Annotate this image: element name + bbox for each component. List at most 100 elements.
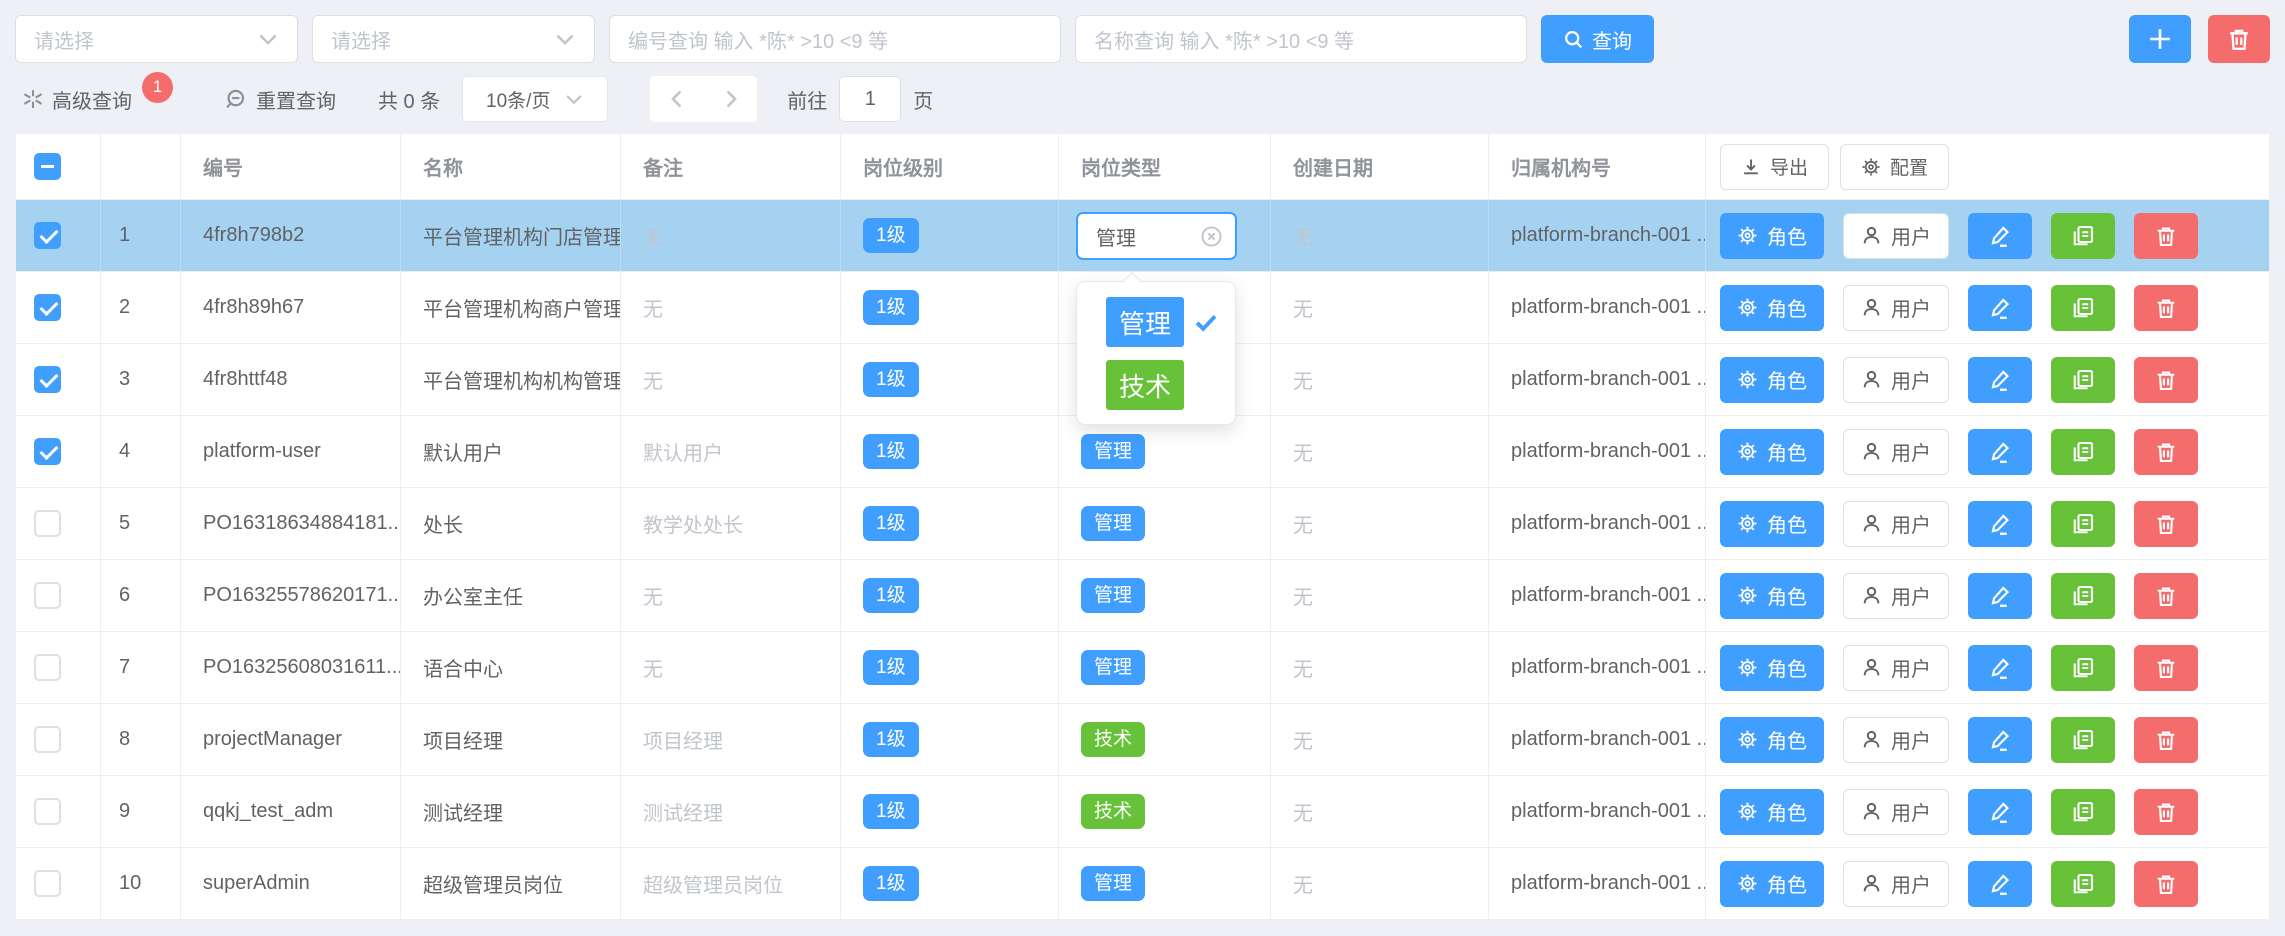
role-button[interactable]: 角色 (1720, 357, 1824, 403)
batch-delete-button[interactable] (2208, 15, 2270, 63)
role-button[interactable]: 角色 (1720, 285, 1824, 331)
row-checkbox[interactable] (34, 798, 61, 825)
role-button[interactable]: 角色 (1720, 789, 1824, 835)
edit-button[interactable] (1968, 501, 2032, 547)
user-button[interactable]: 用户 (1843, 357, 1949, 403)
clear-icon[interactable] (1200, 225, 1223, 248)
delete-button[interactable] (2134, 213, 2198, 259)
copy-icon (2071, 800, 2095, 824)
edit-button[interactable] (1968, 645, 2032, 691)
user-icon (1861, 441, 1882, 462)
add-button[interactable] (2129, 15, 2191, 63)
role-button[interactable]: 角色 (1720, 861, 1824, 907)
delete-button[interactable] (2134, 861, 2198, 907)
table-row[interactable]: 7 PO16325608031611... 语合中心 无 1级 管理 无 pla… (16, 632, 2269, 704)
user-button[interactable]: 用户 (1843, 789, 1949, 835)
prev-page-button[interactable] (650, 76, 704, 122)
table-row[interactable]: 9 qqkj_test_adm 测试经理 测试经理 1级 技术 无 platfo… (16, 776, 2269, 848)
user-button[interactable]: 用户 (1843, 573, 1949, 619)
row-checkbox[interactable] (34, 870, 61, 897)
copy-button[interactable] (2051, 429, 2115, 475)
search-button[interactable]: 查询 (1541, 15, 1654, 63)
name-search-input[interactable]: 名称查询 输入 *陈* >10 <9 等 (1075, 15, 1527, 63)
post-type-badge[interactable]: 管理 (1081, 434, 1145, 469)
delete-button[interactable] (2134, 789, 2198, 835)
copy-button[interactable] (2051, 861, 2115, 907)
delete-button[interactable] (2134, 645, 2198, 691)
user-button[interactable]: 用户 (1843, 429, 1949, 475)
edit-button[interactable] (1968, 861, 2032, 907)
edit-button[interactable] (1968, 429, 2032, 475)
delete-button[interactable] (2134, 717, 2198, 763)
copy-button[interactable] (2051, 285, 2115, 331)
row-checkbox[interactable] (34, 222, 61, 249)
row-org: platform-branch-001 ... (1489, 272, 1706, 343)
table-row[interactable]: 4 platform-user 默认用户 默认用户 1级 管理 无 platfo… (16, 416, 2269, 488)
row-checkbox[interactable] (34, 438, 61, 465)
user-button[interactable]: 用户 (1843, 285, 1949, 331)
user-button[interactable]: 用户 (1843, 501, 1949, 547)
copy-icon (2071, 656, 2095, 680)
next-page-button[interactable] (704, 76, 758, 122)
table-row[interactable]: 8 projectManager 项目经理 项目经理 1级 技术 无 platf… (16, 704, 2269, 776)
role-button[interactable]: 角色 (1720, 645, 1824, 691)
table-row[interactable]: 5 PO16318634884181... 处长 教学处处长 1级 管理 无 p… (16, 488, 2269, 560)
filter-select-2[interactable]: 请选择 (312, 15, 595, 63)
role-button[interactable]: 角色 (1720, 213, 1824, 259)
role-button[interactable]: 角色 (1720, 573, 1824, 619)
role-button[interactable]: 角色 (1720, 429, 1824, 475)
copy-button[interactable] (2051, 573, 2115, 619)
row-checkbox[interactable] (34, 366, 61, 393)
post-type-badge[interactable]: 管理 (1081, 506, 1145, 541)
copy-button[interactable] (2051, 213, 2115, 259)
delete-button[interactable] (2134, 501, 2198, 547)
select-all-checkbox[interactable] (34, 153, 61, 180)
user-button[interactable]: 用户 (1843, 213, 1949, 259)
copy-button[interactable] (2051, 357, 2115, 403)
copy-button[interactable] (2051, 717, 2115, 763)
row-checkbox[interactable] (34, 294, 61, 321)
role-button[interactable]: 角色 (1720, 501, 1824, 547)
user-button[interactable]: 用户 (1843, 645, 1949, 691)
row-index: 2 (101, 272, 181, 343)
edit-button[interactable] (1968, 717, 2032, 763)
reset-query-button[interactable]: 重置查询 (225, 85, 336, 114)
delete-button[interactable] (2134, 429, 2198, 475)
copy-button[interactable] (2051, 501, 2115, 547)
delete-button[interactable] (2134, 285, 2198, 331)
post-type-badge[interactable]: 管理 (1081, 578, 1145, 613)
edit-button[interactable] (1968, 789, 2032, 835)
user-button[interactable]: 用户 (1843, 717, 1949, 763)
post-type-badge[interactable]: 管理 (1081, 650, 1145, 685)
table-row[interactable]: 10 superAdmin 超级管理员岗位 超级管理员岗位 1级 管理 无 pl… (16, 848, 2269, 920)
edit-button[interactable] (1968, 213, 2032, 259)
post-type-badge[interactable]: 管理 (1081, 866, 1145, 901)
user-button[interactable]: 用户 (1843, 861, 1949, 907)
edit-button[interactable] (1968, 573, 2032, 619)
page-size-select[interactable]: 10条/页 (462, 76, 608, 122)
delete-button[interactable] (2134, 573, 2198, 619)
copy-button[interactable] (2051, 645, 2115, 691)
copy-button[interactable] (2051, 789, 2115, 835)
code-search-input[interactable]: 编号查询 输入 *陈* >10 <9 等 (609, 15, 1061, 63)
delete-button[interactable] (2134, 357, 2198, 403)
row-checkbox[interactable] (34, 654, 61, 681)
goto-page-input[interactable] (839, 76, 901, 122)
dropdown-option-tech[interactable]: 技术 (1077, 360, 1235, 410)
row-code: PO16325608031611... (181, 632, 401, 703)
row-checkbox[interactable] (34, 510, 61, 537)
row-checkbox[interactable] (34, 582, 61, 609)
post-type-badge[interactable]: 技术 (1081, 794, 1145, 829)
advanced-query-button[interactable]: 高级查询 1 (22, 84, 173, 115)
row-checkbox[interactable] (34, 726, 61, 753)
post-type-edit-select[interactable]: 管理 (1076, 212, 1237, 260)
export-button[interactable]: 导出 (1720, 144, 1829, 190)
filter-select-1[interactable]: 请选择 (15, 15, 298, 63)
dropdown-option-manage[interactable]: 管理 (1077, 297, 1235, 347)
post-type-badge[interactable]: 技术 (1081, 722, 1145, 757)
role-button[interactable]: 角色 (1720, 717, 1824, 763)
table-row[interactable]: 6 PO16325578620171... 办公室主任 无 1级 管理 无 pl… (16, 560, 2269, 632)
edit-button[interactable] (1968, 285, 2032, 331)
edit-button[interactable] (1968, 357, 2032, 403)
config-button[interactable]: 配置 (1840, 144, 1949, 190)
